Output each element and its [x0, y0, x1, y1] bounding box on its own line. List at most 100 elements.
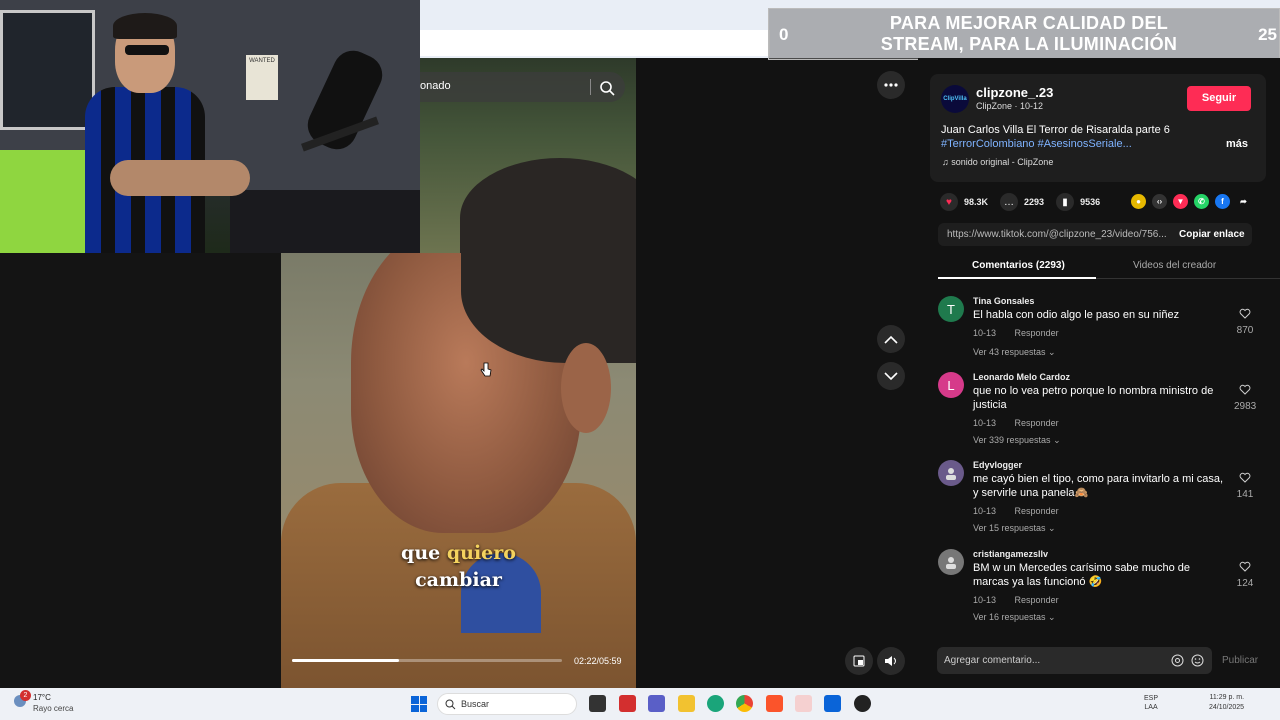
mention-icon[interactable]	[1171, 654, 1184, 667]
comment-like[interactable]: 141	[1234, 470, 1256, 500]
comment-like-count: 124	[1236, 578, 1254, 589]
send-icon[interactable]: ▼	[1173, 194, 1188, 209]
app-pink-icon[interactable]	[795, 695, 812, 712]
more-options-button[interactable]	[877, 71, 905, 99]
comment-like[interactable]: 2983	[1234, 382, 1256, 412]
comment-meta: 10-13 Responder	[973, 328, 1059, 338]
follow-button[interactable]: Seguir	[1187, 86, 1251, 111]
comment-item: T Tina Gonsales El habla con odio algo l…	[938, 296, 1258, 360]
wanted-poster: WANTED	[246, 55, 278, 100]
like-stat[interactable]: ♥ 98.3K	[940, 193, 988, 211]
commenter-name[interactable]: cristiangamezsllv	[973, 549, 1048, 559]
comment-like-count: 141	[1236, 489, 1254, 500]
like-count: 98.3K	[964, 197, 989, 207]
chrome-icon[interactable]	[736, 695, 753, 712]
tab-creator-videos[interactable]: Videos del creador	[1133, 260, 1216, 271]
caption-word: que	[401, 542, 441, 564]
search-icon[interactable]	[598, 79, 616, 97]
comment-like[interactable]: 870	[1234, 306, 1256, 336]
store-icon[interactable]	[824, 695, 841, 712]
tab-comments[interactable]: Comentarios (2293)	[972, 260, 1065, 271]
streamer-hair	[113, 13, 177, 39]
share-arrow-icon[interactable]: ➦	[1236, 194, 1251, 209]
embed-icon[interactable]: ‹›	[1152, 194, 1167, 209]
edge-icon[interactable]	[707, 695, 724, 712]
post-hashtags[interactable]: #TerrorColombiano #AsesinosSeriale...	[941, 137, 1141, 151]
brave-icon[interactable]	[766, 695, 783, 712]
task-view-icon[interactable]	[589, 695, 606, 712]
video-search-bar[interactable]: onado	[420, 72, 625, 102]
heart-outline-icon	[1239, 561, 1251, 572]
whatsapp-icon[interactable]: ✆	[1194, 194, 1209, 209]
volume-button[interactable]	[877, 647, 905, 675]
next-video-button[interactable]	[877, 362, 905, 390]
more-button[interactable]: más	[1226, 138, 1248, 150]
teams-icon[interactable]	[648, 695, 665, 712]
webcam-desk	[230, 190, 420, 253]
clock-time: 11:29 p. m.	[1209, 694, 1245, 701]
facebook-icon[interactable]: f	[1215, 194, 1230, 209]
system-clock[interactable]: 11:29 p. m. 24/10/2025	[1209, 693, 1244, 713]
reply-button[interactable]: Responder	[1015, 595, 1059, 605]
post-title: Juan Carlos Villa El Terror de Risaralda…	[941, 124, 1170, 136]
taskbar-search[interactable]: Buscar	[437, 693, 577, 715]
reply-button[interactable]: Responder	[1015, 328, 1059, 338]
weather-desc: Rayo cerca	[33, 704, 74, 713]
file-explorer-icon[interactable]	[678, 695, 695, 712]
video-progress-bar[interactable]	[292, 659, 562, 662]
comment-text: que no lo vea petro porque lo nombra min…	[973, 385, 1214, 411]
video-frame[interactable]	[281, 253, 636, 688]
commenter-avatar[interactable]: L	[938, 372, 964, 398]
chevron-down-icon	[884, 371, 898, 380]
view-replies[interactable]: Ver 43 respuestas ⌄	[973, 347, 1056, 358]
app-red-icon[interactable]	[619, 695, 636, 712]
video-time: 02:22/05:59	[574, 656, 622, 666]
speaker-icon	[885, 656, 896, 666]
ellipsis-icon	[884, 83, 898, 87]
obs-icon[interactable]	[854, 695, 871, 712]
windows-start-icon[interactable]	[411, 696, 427, 712]
coin-icon[interactable]: ●	[1131, 194, 1146, 209]
comment-icon: …	[1000, 193, 1019, 211]
view-replies[interactable]: Ver 339 respuestas ⌄	[973, 435, 1061, 446]
lang-line2: LAA	[1144, 704, 1158, 711]
comment-stat[interactable]: … 2293	[1000, 193, 1044, 211]
language-indicator[interactable]: ESP LAA	[1144, 694, 1158, 712]
view-replies[interactable]: Ver 15 respuestas ⌄	[973, 523, 1056, 534]
floating-player-button[interactable]	[845, 647, 873, 675]
video-link-url: https://www.tiktok.com/@clipzone_23/vide…	[947, 229, 1167, 240]
comment-date: 10-13	[973, 418, 997, 428]
save-stat[interactable]: ▮ 9536	[1056, 193, 1100, 211]
comment-meta: 10-13 Responder	[973, 595, 1059, 605]
weather-widget[interactable]: 2 17°C Rayo cerca	[12, 690, 73, 714]
comment-input[interactable]: Agregar comentario...	[937, 647, 1212, 674]
bookmark-icon: ▮	[1056, 193, 1075, 211]
video-subject-hair	[460, 158, 636, 253]
lang-line1: ESP	[1144, 695, 1159, 702]
address-bar[interactable]	[420, 30, 770, 56]
commenter-avatar[interactable]	[938, 460, 964, 486]
video-background	[0, 253, 281, 688]
reply-button[interactable]: Responder	[1015, 506, 1059, 516]
previous-video-button[interactable]	[877, 325, 905, 353]
commenter-name[interactable]: Leonardo Melo Cardoz	[973, 372, 1070, 382]
copy-link-button[interactable]: Copiar enlace	[1179, 229, 1245, 240]
commenter-name[interactable]: Edyvlogger	[973, 460, 1022, 470]
view-replies[interactable]: Ver 16 respuestas ⌄	[973, 612, 1056, 623]
post-description: Juan Carlos Villa El Terror de Risaralda…	[941, 123, 1211, 151]
commenter-avatar[interactable]: T	[938, 296, 964, 322]
share-icons: ● ‹› ▼ ✆ f ➦	[1131, 194, 1257, 209]
post-sound[interactable]: ♫ sonido original - ClipZone	[942, 157, 1053, 167]
emoji-icon[interactable]	[1191, 654, 1204, 667]
commenter-avatar[interactable]	[938, 549, 964, 575]
search-icon	[445, 699, 456, 710]
view-replies-label: Ver 15 respuestas	[973, 523, 1046, 533]
reply-button[interactable]: Responder	[1015, 418, 1059, 428]
heart-outline-icon	[1239, 308, 1251, 319]
comment-meta: 10-13 Responder	[973, 418, 1059, 428]
comment-like[interactable]: 124	[1234, 559, 1256, 589]
author-avatar[interactable]: ClipVilla	[941, 85, 969, 113]
commenter-name[interactable]: Tina Gonsales	[973, 296, 1034, 306]
author-username[interactable]: clipzone_.23	[976, 85, 1053, 100]
publish-button[interactable]: Publicar	[1222, 655, 1258, 666]
